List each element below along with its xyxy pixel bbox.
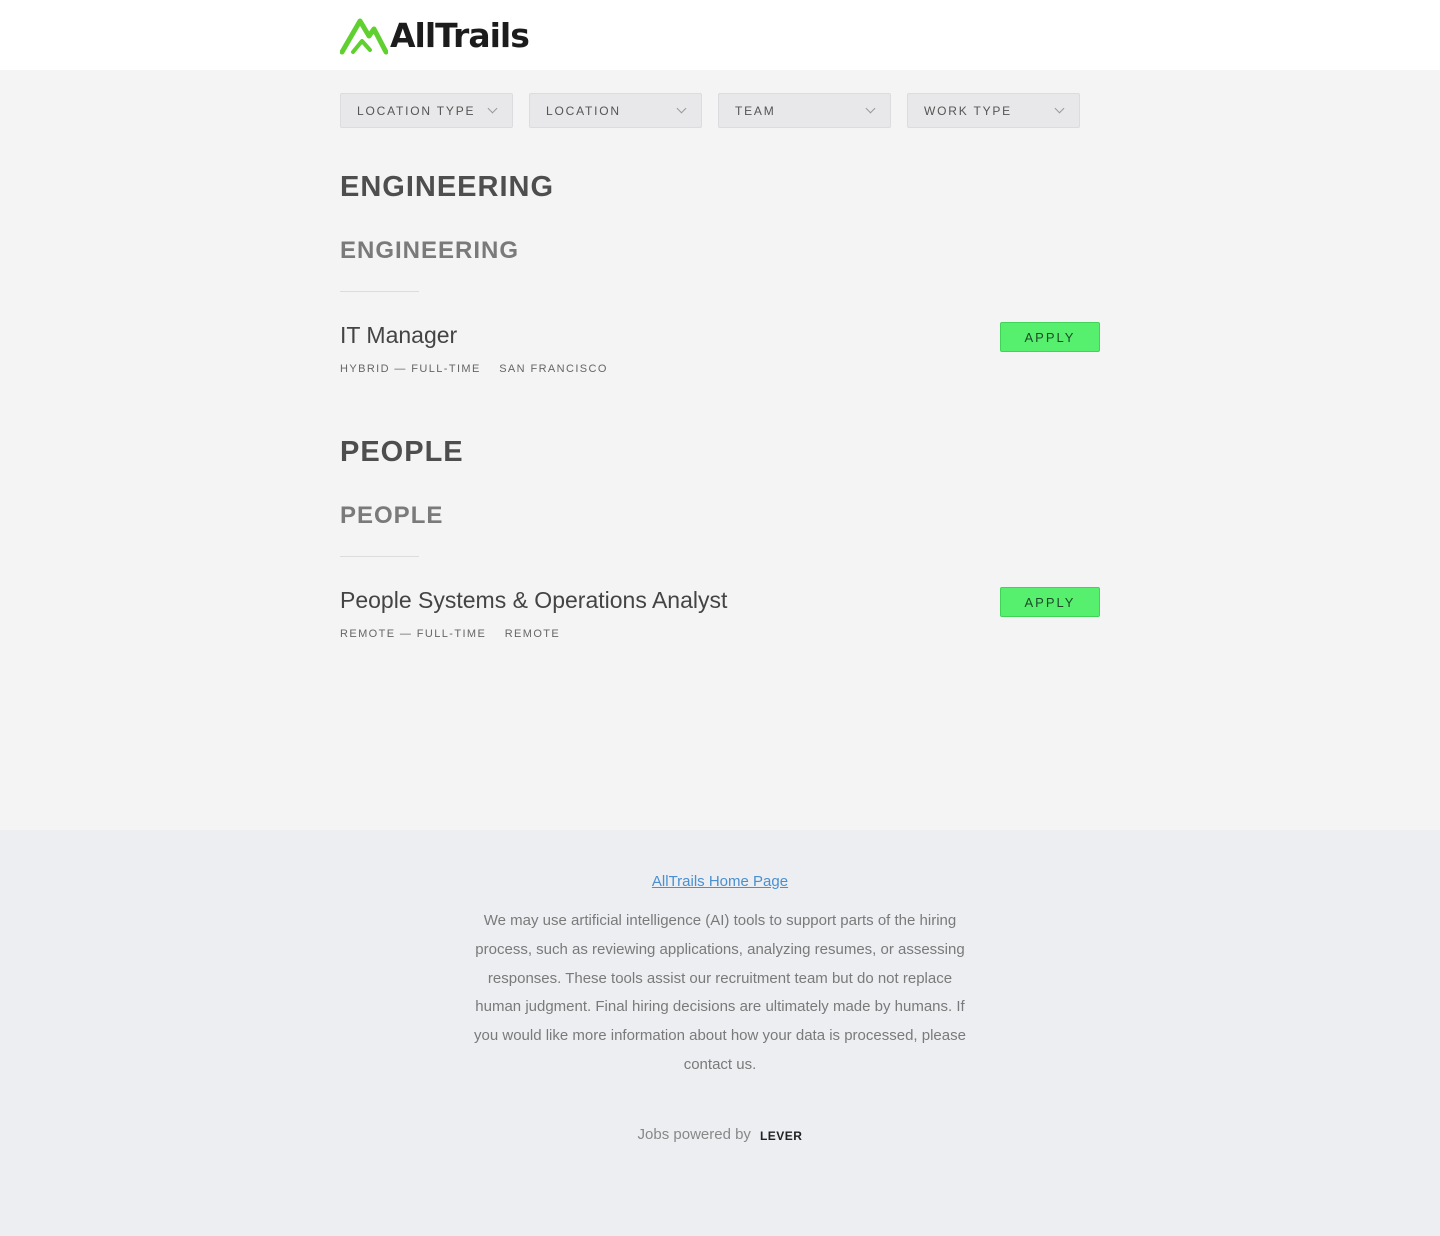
subgroup-title-people: PEOPLE — [340, 502, 444, 529]
filter-bar: LOCATION TYPE LOCATION TEAM WORK TYPE — [340, 93, 1080, 128]
filter-label: TEAM — [735, 103, 776, 118]
posting-location: SAN FRANCISCO — [499, 363, 608, 375]
posting-title-it-manager[interactable]: IT Manager — [340, 322, 457, 349]
site-header: AllTrails — [0, 0, 1440, 70]
chevron-down-icon — [487, 103, 498, 114]
filter-label: LOCATION TYPE — [357, 103, 476, 118]
posting-commitment: HYBRID — FULL-TIME — [340, 363, 481, 375]
subgroup-title-engineering: ENGINEERING — [340, 237, 520, 264]
alltrails-logo[interactable]: AllTrails — [340, 16, 530, 56]
group-title-people: PEOPLE — [340, 436, 464, 468]
mountain-logo-icon — [340, 18, 388, 55]
filter-location[interactable]: LOCATION — [529, 93, 702, 128]
filter-work-type[interactable]: WORK TYPE — [907, 93, 1080, 128]
posting-title-people-systems-analyst[interactable]: People Systems & Operations Analyst — [340, 587, 727, 614]
powered-by: Jobs powered by LEVER — [0, 1126, 1440, 1143]
posting-location: REMOTE — [504, 628, 561, 640]
lever-logo[interactable]: LEVER — [760, 1129, 803, 1143]
divider — [340, 556, 419, 557]
ai-disclaimer: We may use artificial intelligence (AI) … — [474, 912, 966, 1073]
chevron-down-icon — [676, 103, 687, 114]
posting-meta: HYBRID — FULL-TIME SAN FRANCISCO — [340, 363, 622, 375]
filter-label: LOCATION — [546, 103, 621, 118]
filter-location-type[interactable]: LOCATION TYPE — [340, 93, 513, 128]
divider — [340, 291, 419, 292]
job-listings: LOCATION TYPE LOCATION TEAM WORK TYPE EN… — [0, 70, 1440, 830]
brand-name: AllTrails — [390, 16, 530, 55]
chevron-down-icon — [1054, 103, 1065, 114]
filter-label: WORK TYPE — [924, 103, 1012, 118]
home-page-link[interactable]: AllTrails Home Page — [652, 873, 788, 890]
page-footer: AllTrails Home Page We may use artificia… — [0, 830, 1440, 1236]
chevron-down-icon — [865, 103, 876, 114]
apply-button[interactable]: APPLY — [1000, 322, 1100, 352]
home-link-wrapper: AllTrails Home Page — [0, 873, 1440, 890]
filter-team[interactable]: TEAM — [718, 93, 891, 128]
apply-button[interactable]: APPLY — [1000, 587, 1100, 617]
posting-meta: REMOTE — FULL-TIME REMOTE — [340, 628, 574, 640]
group-title-engineering: ENGINEERING — [340, 171, 555, 203]
posting-commitment: REMOTE — FULL-TIME — [340, 628, 487, 640]
powered-by-text: Jobs powered by — [637, 1126, 751, 1143]
